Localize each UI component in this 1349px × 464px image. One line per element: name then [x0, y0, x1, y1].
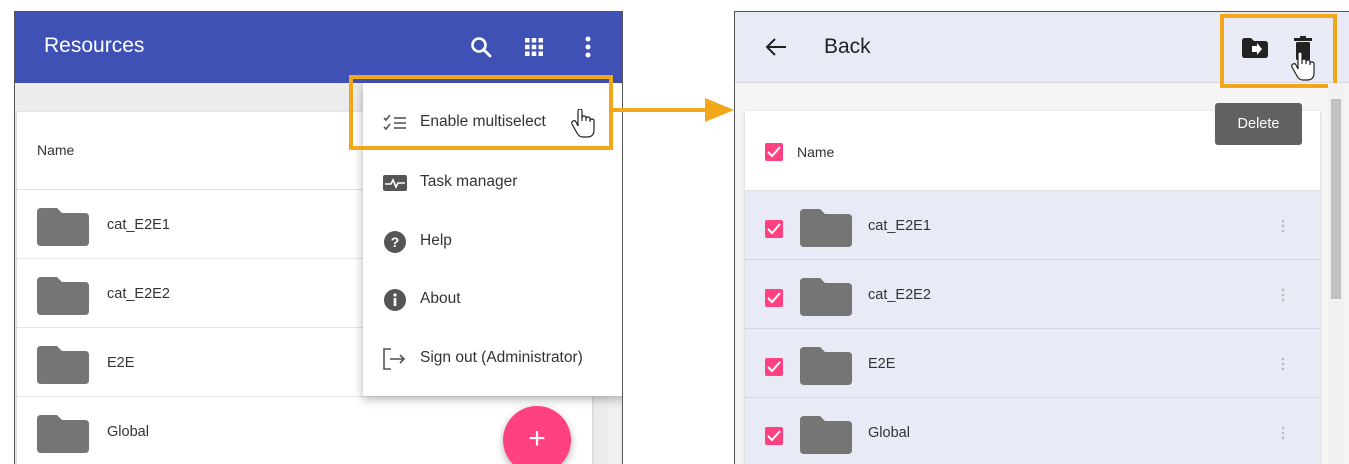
name-column-header[interactable]: Name [37, 142, 74, 158]
more-vert-icon[interactable] [1281, 219, 1285, 233]
item-name: cat_E2E2 [107, 286, 170, 302]
row-checkbox[interactable] [765, 427, 783, 445]
list-item[interactable]: cat_E2E1 [745, 191, 1320, 260]
folder-icon [37, 346, 89, 384]
hand-cursor-icon [571, 109, 595, 138]
highlight-box [1220, 14, 1337, 88]
scrollbar-thumb[interactable] [1331, 99, 1341, 299]
item-name: E2E [868, 356, 896, 372]
row-checkbox[interactable] [765, 220, 783, 238]
list-item[interactable]: E2E [745, 329, 1320, 398]
more-vert-icon[interactable] [1281, 426, 1285, 440]
item-name: E2E [107, 355, 135, 371]
multiselect-panel: Back Name cat_E2E1 cat_E2E2 E2E Global D… [734, 11, 1349, 464]
folder-icon [800, 347, 852, 385]
folder-icon [800, 416, 852, 454]
scrollbar[interactable] [1328, 83, 1344, 464]
resource-list: Name cat_E2E1 cat_E2E2 E2E Global [745, 111, 1320, 464]
sign-out-icon [382, 347, 408, 371]
menu-item-label: About [420, 290, 461, 307]
folder-icon [800, 209, 852, 247]
folder-icon [37, 415, 89, 453]
info-icon [382, 288, 408, 312]
menu-item-label: Sign out (Administrator) [420, 349, 583, 366]
search-icon[interactable] [467, 33, 495, 61]
menu-item-label: Task manager [420, 173, 518, 190]
item-name: Global [868, 425, 910, 441]
select-all-checkbox[interactable] [765, 143, 783, 161]
menu-item-label: Help [420, 232, 452, 249]
more-vert-icon[interactable] [1281, 288, 1285, 302]
grid-icon[interactable] [520, 33, 548, 61]
more-vert-icon[interactable] [574, 33, 602, 61]
folder-icon [37, 208, 89, 246]
svg-text:?: ? [391, 234, 400, 250]
help-icon: ? [382, 230, 408, 254]
menu-item-help[interactable]: ? Help [363, 213, 622, 271]
list-item[interactable]: Global [745, 398, 1320, 464]
item-name: cat_E2E1 [107, 217, 170, 233]
back-arrow-icon[interactable] [765, 36, 787, 58]
delete-tooltip: Delete [1215, 103, 1302, 145]
row-checkbox[interactable] [765, 289, 783, 307]
more-vert-icon[interactable] [1281, 357, 1285, 371]
back-label[interactable]: Back [824, 35, 871, 59]
flow-arrow-icon [609, 98, 734, 122]
row-checkbox[interactable] [765, 358, 783, 376]
plus-icon: + [528, 422, 546, 455]
item-name: cat_E2E2 [868, 287, 931, 303]
list-item[interactable]: cat_E2E2 [745, 260, 1320, 329]
app-title: Resources [44, 34, 145, 57]
menu-item-sign-out[interactable]: Sign out (Administrator) [363, 330, 622, 388]
menu-item-about[interactable]: About [363, 271, 622, 329]
task-manager-icon [382, 171, 408, 195]
menu-item-task-manager[interactable]: Task manager [363, 154, 622, 212]
app-bar: Resources [15, 12, 622, 83]
item-name: cat_E2E1 [868, 218, 931, 234]
resources-panel: Resources Name cat_E2E1 cat_E2E2 E2E Glo… [14, 11, 623, 464]
folder-icon [800, 278, 852, 316]
item-name: Global [107, 424, 149, 440]
folder-icon [37, 277, 89, 315]
name-column-header[interactable]: Name [797, 144, 834, 160]
hand-cursor-icon [1291, 52, 1315, 81]
